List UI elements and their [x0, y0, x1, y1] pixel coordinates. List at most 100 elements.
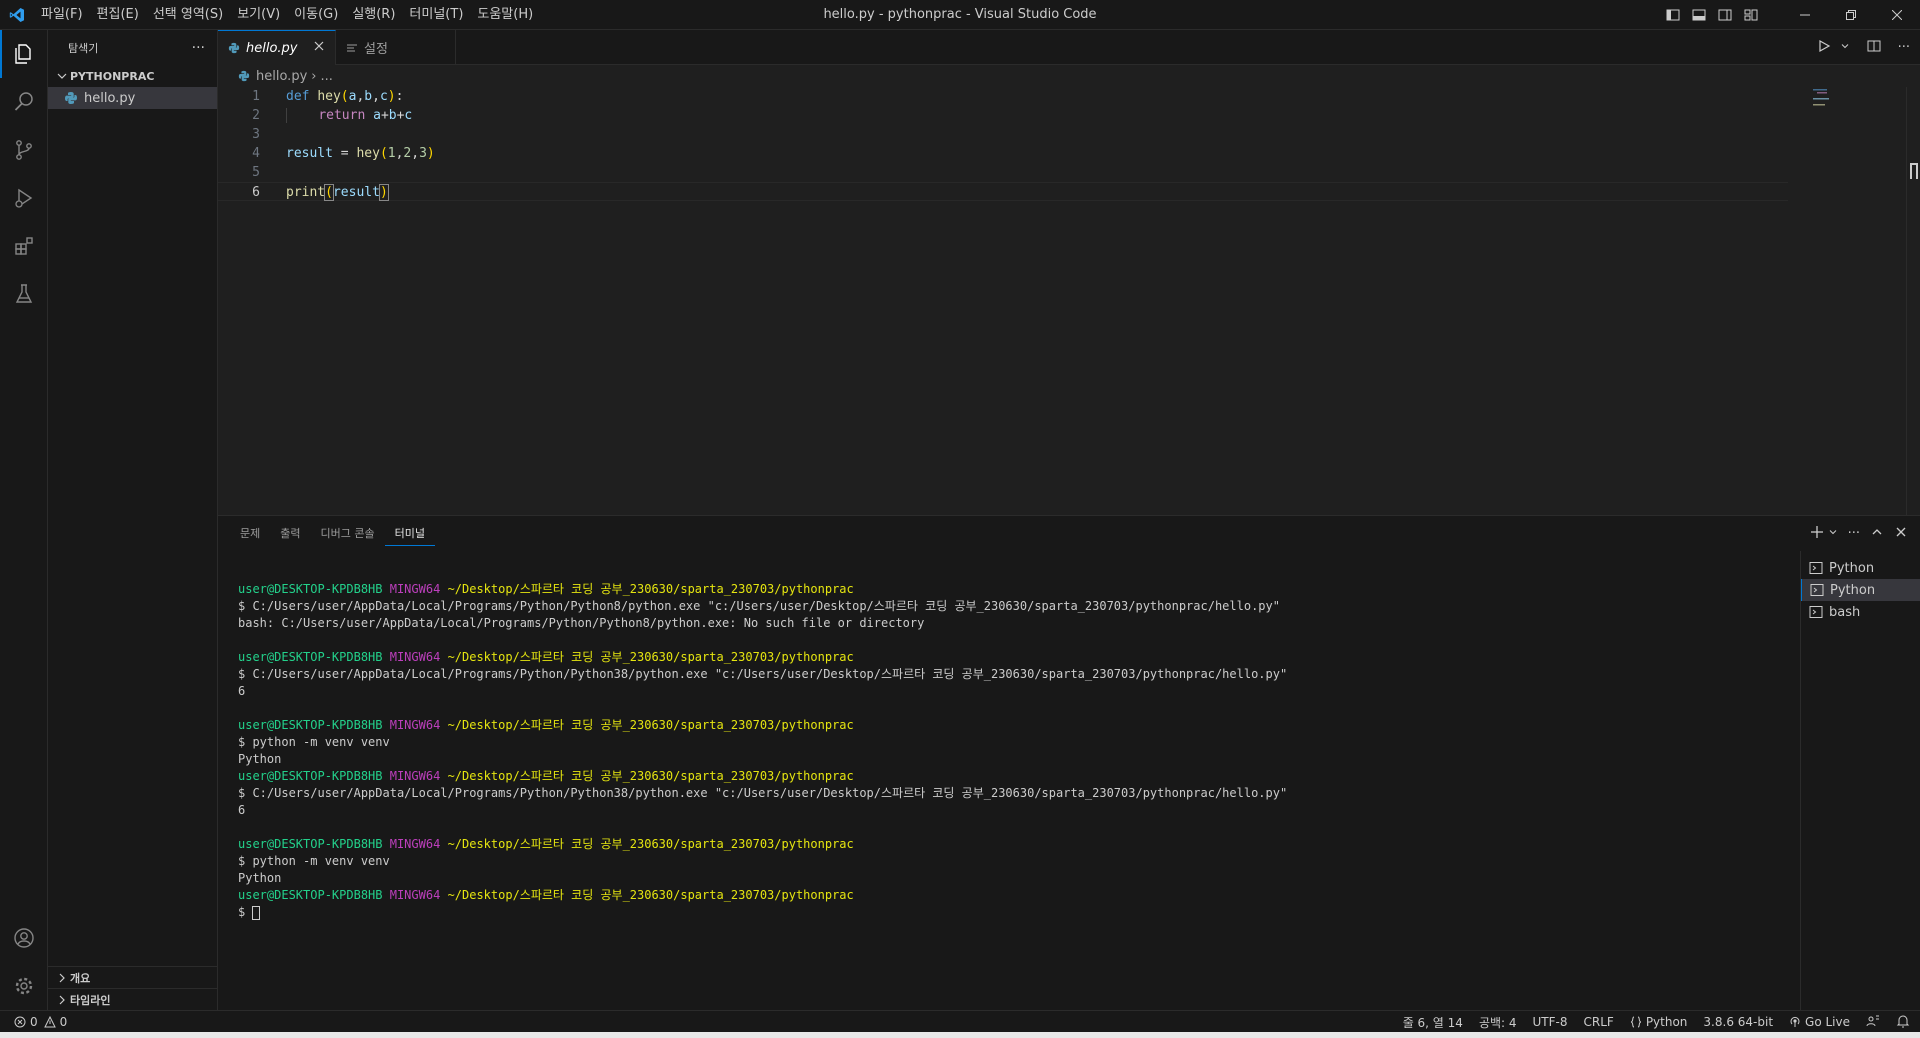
toggle-panel-button[interactable]	[1686, 0, 1712, 30]
run-python-file-button[interactable]	[1816, 38, 1832, 58]
terminal-line: $ python -m venv venv	[238, 735, 390, 749]
terminal-item-bash[interactable]: bash	[1801, 601, 1920, 623]
breadcrumb-separator: ›	[311, 68, 317, 84]
breadcrumb-file[interactable]: hello.py	[256, 69, 307, 84]
editor-more-button[interactable]: ···	[1898, 40, 1910, 55]
run-options-dropdown[interactable]	[1840, 40, 1850, 55]
sidebar-more-button[interactable]: ···	[192, 40, 205, 56]
terminal-cursor	[252, 905, 261, 920]
file-hello-py[interactable]: hello.py	[48, 87, 217, 109]
terminal-line: user@DESKTOP-KPDB8HB MINGW64 ~/Desktop/스…	[238, 581, 1798, 598]
source-control-button[interactable]	[0, 126, 48, 174]
outline-section-header[interactable]: 개요	[48, 966, 217, 988]
terminal-line: 6	[238, 803, 246, 817]
cursor-position[interactable]: 줄 6, 열 14	[1403, 1014, 1463, 1031]
terminal-line: user@DESKTOP-KPDB8HB MINGW64 ~/Desktop/스…	[238, 768, 1798, 785]
problems-status[interactable]: 0 0	[0, 1015, 67, 1029]
extensions-button[interactable]	[0, 222, 48, 270]
new-terminal-button[interactable]	[1810, 525, 1824, 543]
end-of-line[interactable]: CRLF	[1584, 1015, 1614, 1029]
menu-file[interactable]: 파일(F)	[34, 0, 90, 30]
prompt-path: ~/Desktop/스파르타 코딩 공부_230630/sparta_23070…	[447, 582, 854, 596]
breadcrumb-symbols[interactable]: ...	[320, 69, 332, 84]
close-tab-icon[interactable]	[313, 40, 325, 56]
search-button[interactable]	[0, 78, 48, 126]
encoding[interactable]: UTF-8	[1533, 1015, 1568, 1029]
explorer-button[interactable]	[0, 30, 48, 78]
tab-problems[interactable]: 문제	[230, 516, 270, 551]
terminal-line: $ C:/Users/user/AppData/Local/Programs/P…	[238, 599, 1280, 613]
python-interpreter[interactable]: 3.8.6 64-bit	[1703, 1015, 1773, 1029]
terminal-item-python-1[interactable]: Python	[1801, 557, 1920, 579]
tab-terminal[interactable]: 터미널	[384, 522, 435, 546]
timeline-section-header[interactable]: 타임라인	[48, 988, 217, 1010]
menu-view[interactable]: 보기(V)	[230, 0, 287, 30]
notifications-button[interactable]	[1896, 1014, 1910, 1031]
menu-run[interactable]: 실행(R)	[345, 0, 402, 30]
indentation[interactable]: 공백: 4	[1479, 1014, 1517, 1031]
timeline-label: 타임라인	[70, 993, 111, 1007]
folder-pythonprac[interactable]: PYTHONPRAC	[48, 65, 217, 87]
toggle-secondary-sidebar-button[interactable]	[1712, 0, 1738, 30]
chevron-right-icon	[59, 973, 65, 982]
go-live-button[interactable]: Go Live	[1789, 1015, 1850, 1029]
tab-debug-console[interactable]: 디버그 콘솔	[311, 516, 385, 551]
close-window-button[interactable]	[1874, 0, 1920, 30]
panel-more-button[interactable]: ···	[1848, 526, 1860, 541]
maximize-panel-button[interactable]	[1870, 525, 1884, 543]
warning-count: 0	[59, 1014, 68, 1029]
activity-bar	[0, 30, 48, 1010]
menu-terminal[interactable]: 터미널(T)	[402, 0, 470, 30]
account-icon	[14, 928, 34, 948]
editor-vertical-scrollbar[interactable]	[1906, 87, 1920, 515]
prompt-host: MINGW64	[389, 769, 441, 783]
braces-icon	[1630, 1016, 1641, 1028]
terminal-item-python-2[interactable]: Python	[1801, 579, 1920, 601]
run-debug-button[interactable]	[0, 174, 48, 222]
language-mode[interactable]: Python	[1630, 1015, 1687, 1029]
terminal-output[interactable]: user@DESKTOP-KPDB8HB MINGW64 ~/Desktop/스…	[238, 581, 1798, 1001]
testing-button[interactable]	[0, 270, 48, 318]
explorer-sidebar: 탐색기 ··· PYTHONPRAC hello.py 개요 타임라인	[48, 30, 218, 1010]
terminal-item-label: Python	[1830, 582, 1876, 598]
accounts-button[interactable]	[0, 914, 48, 962]
menu-edit[interactable]: 편집(E)	[90, 0, 146, 30]
terminal-line: $ python -m venv venv	[238, 854, 390, 868]
chevron-down-icon	[57, 73, 67, 79]
manage-button[interactable]	[0, 962, 48, 1010]
outline-label: 개요	[70, 971, 91, 985]
file-name: hello.py	[84, 90, 136, 106]
feedback-button[interactable]	[1866, 1014, 1880, 1031]
menu-selection[interactable]: 선택 영역(S)	[146, 0, 230, 30]
python-file-icon	[228, 42, 240, 54]
files-icon	[15, 44, 31, 64]
gear-icon	[15, 977, 33, 995]
title-bar: 파일(F) 편집(E) 선택 영역(S) 보기(V) 이동(G) 실행(R) 터…	[0, 0, 1920, 30]
menu-go[interactable]: 이동(G)	[287, 0, 345, 30]
editor-tab-bar: hello.py 설정 ···	[218, 30, 1920, 65]
minimize-button[interactable]	[1782, 0, 1828, 30]
customize-layout-button[interactable]	[1738, 0, 1764, 30]
menu-help[interactable]: 도움말(H)	[470, 0, 540, 30]
prompt-host: MINGW64	[389, 837, 441, 851]
tab-output[interactable]: 출력	[270, 516, 310, 551]
tab-hello-py[interactable]: hello.py	[218, 30, 336, 65]
prompt-user: user@DESKTOP-KPDB8HB	[238, 769, 383, 783]
terminal-line: user@DESKTOP-KPDB8HB MINGW64 ~/Desktop/스…	[238, 717, 1798, 734]
broadcast-icon	[1790, 1016, 1800, 1027]
terminal-profile-dropdown[interactable]	[1828, 526, 1838, 541]
folder-name: PYTHONPRAC	[70, 69, 155, 83]
feedback-icon	[1866, 1015, 1879, 1026]
prompt-path: ~/Desktop/스파르타 코딩 공부_230630/sparta_23070…	[447, 888, 854, 902]
minimap[interactable]	[1793, 87, 1903, 515]
split-editor-button[interactable]	[1866, 38, 1882, 58]
terminal-icon	[1809, 562, 1823, 574]
restore-button[interactable]	[1828, 0, 1874, 30]
terminal-item-label: Python	[1829, 560, 1875, 576]
tab-settings[interactable]: 설정	[336, 30, 456, 65]
bottom-panel: 문제 출력 디버그 콘솔 터미널 ··· user@DESKTOP-KPDB8H…	[218, 515, 1920, 1011]
toggle-primary-sidebar-button[interactable]	[1660, 0, 1686, 30]
code-editor[interactable]: 1 def hey(a,b,c): 2 return a+b+c 3 4 res…	[218, 87, 1920, 515]
close-panel-button[interactable]	[1894, 525, 1908, 543]
terminal-input-line[interactable]: $	[238, 904, 1798, 921]
